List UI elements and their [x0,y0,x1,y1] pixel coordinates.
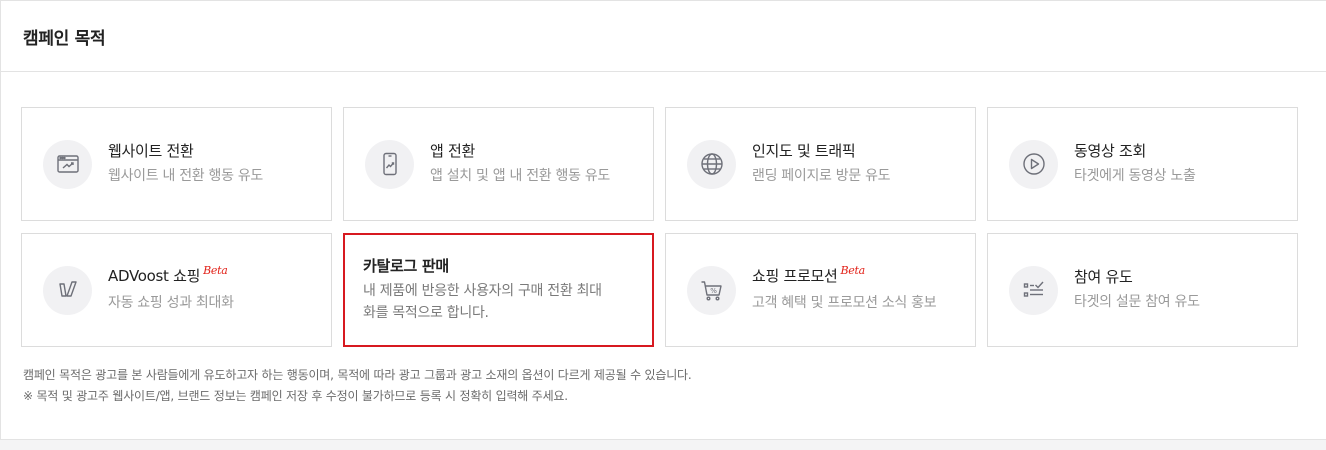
card-description: 타겟에게 동영상 노출 [1074,168,1196,184]
objective-card-awareness-traffic[interactable]: 인지도 및 트래픽 랜딩 페이지로 방문 유도 [665,107,976,221]
objective-card-video-views[interactable]: 동영상 조회 타겟에게 동영상 노출 [987,107,1298,221]
cart-percent-icon: % [687,265,736,315]
website-conversion-icon [43,139,92,189]
card-title: 앱 전환 [430,142,475,160]
card-description: 타겟의 설문 참여 유도 [1074,294,1200,310]
objective-card-shopping-promotion[interactable]: % 쇼핑 프로모션 Beta 고객 혜택 및 프로모션 소식 홍보 [665,233,976,347]
card-description: 웹사이트 내 전환 행동 유도 [108,168,263,184]
objective-card-website-conversion[interactable]: 웹사이트 전환 웹사이트 내 전환 행동 유도 [21,107,332,221]
objective-card-engagement[interactable]: 참여 유도 타겟의 설문 참여 유도 [987,233,1298,347]
objective-cards: 웹사이트 전환 웹사이트 내 전환 행동 유도 앱 전환 앱 설치 및 앱 내 … [21,107,1298,347]
checklist-icon [1009,265,1058,315]
panel-header: 캠페인 목적 [1,1,1326,72]
card-description: 자동 쇼핑 성과 최대화 [108,295,234,311]
beta-badge: Beta [840,264,865,277]
card-title: 동영상 조회 [1074,142,1146,160]
objective-card-advoost-shopping[interactable]: ADVoost 쇼핑 Beta 자동 쇼핑 성과 최대화 [21,233,332,347]
globe-icon [687,139,736,189]
card-title: 카탈로그 판매 [363,257,449,275]
advoost-icon [43,265,92,315]
card-title: ADVoost 쇼핑 Beta [108,264,234,288]
card-description: 앱 설치 및 앱 내 전환 행동 유도 [430,168,611,184]
objective-card-catalog-sales[interactable]: 카탈로그 판매 내 제품에 반응한 사용자의 구매 전환 최대화를 목적으로 합… [343,233,654,347]
card-description: 랜딩 페이지로 방문 유도 [752,168,891,184]
panel-title: 캠페인 목적 [23,28,106,49]
card-description: 고객 혜택 및 프로모션 소식 홍보 [752,295,937,311]
card-title: 참여 유도 [1074,268,1133,286]
app-conversion-icon [365,139,414,189]
objective-card-app-conversion[interactable]: 앱 전환 앱 설치 및 앱 내 전환 행동 유도 [343,107,654,221]
note-line-1: 캠페인 목적은 광고를 본 사람들에게 유도하고자 하는 행동이며, 목적에 따… [23,368,692,382]
svg-text:%: % [710,287,717,295]
card-title-text: ADVoost 쇼핑 [108,267,201,285]
card-title: 웹사이트 전환 [108,142,194,160]
beta-badge: Beta [203,264,228,277]
card-title-text: 쇼핑 프로모션 [752,267,838,285]
card-title: 인지도 및 트래픽 [752,142,856,160]
card-title: 쇼핑 프로모션 Beta [752,264,936,288]
note-line-2: ※ 목적 및 광고주 웹사이트/앱, 브랜드 정보는 캠페인 저장 후 수정이 … [23,389,568,403]
play-icon [1009,139,1058,189]
campaign-objective-panel: 캠페인 목적 웹사이트 전환 웹사이트 내 전환 행동 유도 앱 전환 앱 설치… [0,0,1326,440]
objective-notes: 캠페인 목적은 광고를 본 사람들에게 유도하고자 하는 행동이며, 목적에 따… [23,365,692,407]
card-description: 내 제품에 반응한 사용자의 구매 전환 최대화를 목적으로 합니다. [363,283,602,321]
